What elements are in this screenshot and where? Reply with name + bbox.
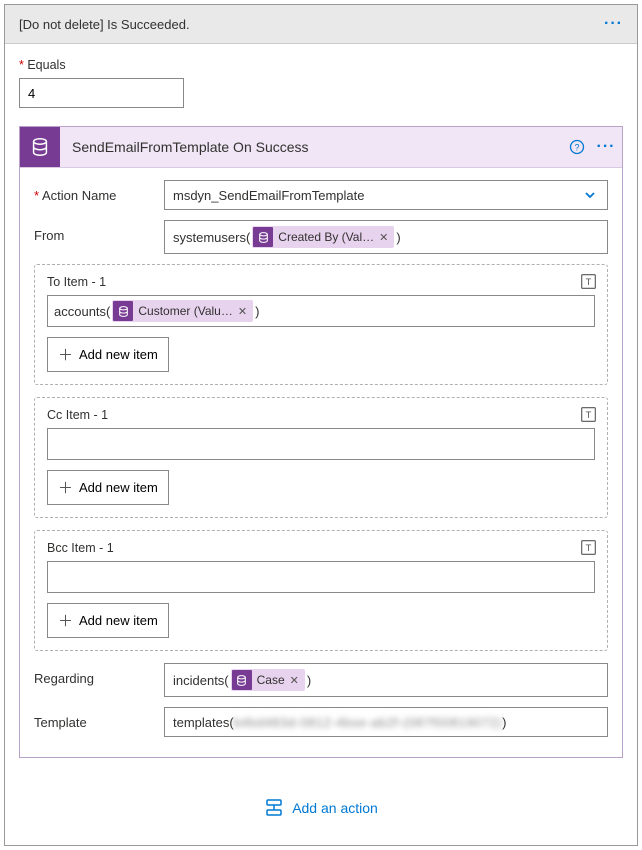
from-token-label: Created By (Val… <box>278 230 374 244</box>
to-token-remove[interactable]: ✕ <box>238 305 247 318</box>
cc-item-block: T Cc Item - 1 ＋ Add new item <box>34 397 608 518</box>
regarding-prefix: incidents( <box>173 673 229 688</box>
svg-text:T: T <box>586 277 592 287</box>
cc-add-item-button[interactable]: ＋ Add new item <box>47 470 169 505</box>
add-action-icon <box>264 798 284 818</box>
regarding-label: Regarding <box>34 663 164 686</box>
from-token-remove[interactable]: ✕ <box>379 231 388 244</box>
action-card-title: SendEmailFromTemplate On Success <box>60 139 564 155</box>
row-template: Template templates( b4bd483d-0812-4bse-a… <box>34 707 608 737</box>
equals-field: Equals <box>19 58 623 108</box>
to-suffix: ) <box>255 304 259 319</box>
dataverse-icon <box>232 670 252 690</box>
regarding-token-remove[interactable]: ✕ <box>290 674 299 687</box>
to-item-input[interactable]: accounts( Customer (Valu… ✕ ) <box>47 295 595 327</box>
regarding-input[interactable]: incidents( Case ✕ ) <box>164 663 608 697</box>
template-blurred-value: b4bd483d-0812-4bse-ab2f-(087f00819072) <box>234 715 502 730</box>
to-item-title: To Item - 1 <box>47 275 595 289</box>
action-card: SendEmailFromTemplate On Success ? ··· A… <box>19 126 623 758</box>
regarding-token[interactable]: Case ✕ <box>231 669 305 691</box>
chevron-down-icon <box>583 188 597 202</box>
from-prefix: systemusers( <box>173 230 250 245</box>
plus-icon: ＋ <box>58 477 73 498</box>
row-from: From systemusers( Created By (Val… ✕ <box>34 220 608 254</box>
template-input[interactable]: templates( b4bd483d-0812-4bse-ab2f-(087f… <box>164 707 608 737</box>
to-token-label: Customer (Valu… <box>138 304 232 318</box>
svg-text:?: ? <box>574 143 579 153</box>
cc-item-input[interactable] <box>47 428 595 460</box>
add-action-label: Add an action <box>292 800 378 816</box>
action-card-more-menu[interactable]: ··· <box>590 138 622 156</box>
plus-icon: ＋ <box>58 344 73 365</box>
bcc-item-input[interactable] <box>47 561 595 593</box>
action-card-header[interactable]: SendEmailFromTemplate On Success ? ··· <box>20 127 622 168</box>
add-action-button[interactable]: Add an action <box>264 798 378 818</box>
template-suffix: ) <box>502 715 506 730</box>
to-prefix: accounts( <box>54 304 110 319</box>
action-card-body: Action Name msdyn_SendEmailFromTemplate … <box>20 168 622 757</box>
bcc-add-label: Add new item <box>79 613 158 628</box>
to-item-block: T To Item - 1 accounts( Customer (Valu… … <box>34 264 608 385</box>
to-array-toggle[interactable]: T <box>580 273 597 290</box>
equals-input[interactable] <box>19 78 184 108</box>
bcc-add-item-button[interactable]: ＋ Add new item <box>47 603 169 638</box>
regarding-token-label: Case <box>257 673 285 687</box>
template-prefix: templates( <box>173 715 234 730</box>
plus-icon: ＋ <box>58 610 73 631</box>
equals-label: Equals <box>19 58 623 72</box>
bcc-item-block: T Bcc Item - 1 ＋ Add new item <box>34 530 608 651</box>
cc-array-toggle[interactable]: T <box>580 406 597 423</box>
dataverse-icon <box>113 301 133 321</box>
row-action-name: Action Name msdyn_SendEmailFromTemplate <box>34 180 608 210</box>
cc-item-title: Cc Item - 1 <box>47 408 595 422</box>
svg-text:T: T <box>586 410 592 420</box>
action-name-select[interactable]: msdyn_SendEmailFromTemplate <box>164 180 608 210</box>
svg-text:T: T <box>586 543 592 553</box>
step-body: Equals SendEmailFromTemplate On Success … <box>5 44 637 845</box>
help-icon[interactable]: ? <box>564 139 590 155</box>
step-header[interactable]: [Do not delete] Is Succeeded. ··· <box>5 5 637 44</box>
regarding-suffix: ) <box>307 673 311 688</box>
to-add-label: Add new item <box>79 347 158 362</box>
bcc-array-toggle[interactable]: T <box>580 539 597 556</box>
footer: Add an action <box>19 798 623 821</box>
dataverse-icon <box>20 127 60 167</box>
dataverse-icon <box>253 227 273 247</box>
from-label: From <box>34 220 164 243</box>
from-suffix: ) <box>396 230 400 245</box>
from-token[interactable]: Created By (Val… ✕ <box>252 226 394 248</box>
bcc-item-title: Bcc Item - 1 <box>47 541 595 555</box>
step-more-menu[interactable]: ··· <box>604 15 623 33</box>
action-name-label: Action Name <box>34 180 164 203</box>
step-container: [Do not delete] Is Succeeded. ··· Equals… <box>4 4 638 846</box>
action-name-value: msdyn_SendEmailFromTemplate <box>173 188 364 203</box>
template-label: Template <box>34 707 164 730</box>
row-regarding: Regarding incidents( Case ✕ ) <box>34 663 608 697</box>
to-add-item-button[interactable]: ＋ Add new item <box>47 337 169 372</box>
cc-add-label: Add new item <box>79 480 158 495</box>
to-token[interactable]: Customer (Valu… ✕ <box>112 300 253 322</box>
from-input[interactable]: systemusers( Created By (Val… ✕ ) <box>164 220 608 254</box>
step-title: [Do not delete] Is Succeeded. <box>19 17 190 32</box>
